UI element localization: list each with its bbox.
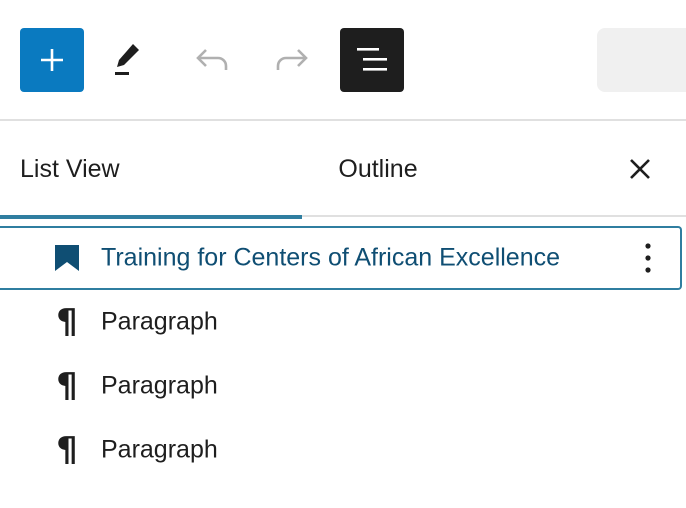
bookmark-icon: [52, 241, 82, 275]
paragraph-icon: ¶: [56, 302, 78, 342]
list-item-label: Paragraph: [101, 307, 218, 336]
plus-icon: [41, 49, 63, 71]
list-item-label: Paragraph: [101, 371, 218, 400]
tab-list-view[interactable]: List View: [0, 121, 302, 219]
list-item[interactable]: ¶ Paragraph: [0, 354, 686, 418]
document-overview-button[interactable]: [340, 28, 404, 92]
tab-outline[interactable]: Outline: [302, 121, 454, 217]
list-item-label: Paragraph: [101, 435, 218, 464]
redo-button[interactable]: [260, 28, 324, 92]
sidebar-tabs: List View Outline: [0, 121, 686, 219]
block-list: Training for Centers of African Excellen…: [0, 226, 686, 482]
list-item-label: Training for Centers of African Excellen…: [101, 243, 561, 272]
close-icon: [630, 159, 650, 179]
more-options-icon[interactable]: [632, 236, 664, 280]
tools-button[interactable]: [96, 28, 160, 92]
list-view-icon: [357, 48, 387, 71]
toolbar-placeholder-box: [597, 28, 686, 92]
paragraph-icon: ¶: [56, 430, 78, 470]
add-block-button[interactable]: [20, 28, 84, 92]
redo-icon: [276, 49, 308, 70]
pencil-icon: [115, 44, 139, 75]
list-item[interactable]: Training for Centers of African Excellen…: [0, 226, 682, 290]
undo-button[interactable]: [180, 28, 244, 92]
list-item[interactable]: ¶ Paragraph: [0, 418, 686, 482]
editor-toolbar: [0, 0, 686, 121]
close-button[interactable]: [610, 139, 670, 199]
paragraph-icon: ¶: [56, 366, 78, 406]
list-item[interactable]: ¶ Paragraph: [0, 290, 686, 354]
undo-icon: [196, 49, 228, 70]
